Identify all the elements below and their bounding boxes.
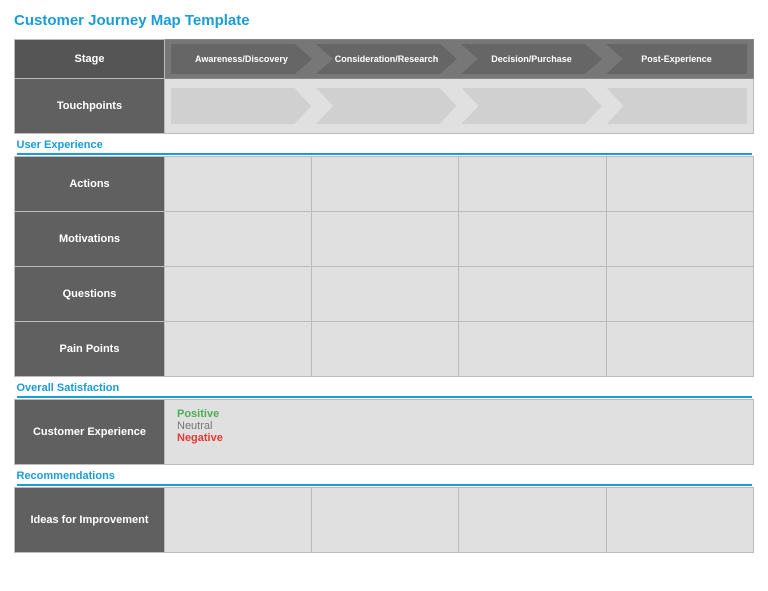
motivations-row: Motivations <box>15 212 754 267</box>
stage-consideration: Consideration/Research <box>316 44 457 74</box>
stage-awareness: Awareness/Discovery <box>171 44 312 74</box>
actions-label: Actions <box>15 157 165 212</box>
questions-cell-4[interactable] <box>606 267 753 322</box>
negative-text: Negative <box>177 432 741 444</box>
questions-cell-3[interactable] <box>459 267 606 322</box>
ideas-cell-4[interactable] <box>606 488 753 553</box>
pain-points-cell-4[interactable] <box>606 322 753 377</box>
page-title: Customer Journey Map Template <box>14 12 754 29</box>
actions-cell-1[interactable] <box>165 157 312 212</box>
recommendations-label: Recommendations <box>17 470 115 482</box>
actions-row: Actions <box>15 157 754 212</box>
touchpoints-label: Touchpoints <box>15 79 165 134</box>
ideas-cell-3[interactable] <box>459 488 606 553</box>
motivations-cell-4[interactable] <box>606 212 753 267</box>
ideas-row: Ideas for Improvement <box>15 488 754 553</box>
pain-points-label: Pain Points <box>15 322 165 377</box>
overall-satisfaction-divider: Overall Satisfaction <box>15 377 754 400</box>
stage-arrows-cell: Awareness/Discovery Consideration/Resear… <box>165 40 754 79</box>
motivations-label: Motivations <box>15 212 165 267</box>
touchpoints-content <box>165 79 754 134</box>
touchpoint-arrow-2 <box>316 88 456 124</box>
touchpoint-arrow-4 <box>607 88 747 124</box>
stage-label: Stage <box>15 40 165 79</box>
overall-satisfaction-section: Overall Satisfaction <box>15 377 754 400</box>
actions-cell-4[interactable] <box>606 157 753 212</box>
questions-label: Questions <box>15 267 165 322</box>
touchpoint-arrow-3 <box>462 88 602 124</box>
pain-points-cell-2[interactable] <box>312 322 459 377</box>
user-experience-label: User Experience <box>17 139 103 151</box>
touchpoints-row: Touchpoints <box>15 79 754 134</box>
ideas-label: Ideas for Improvement <box>15 488 165 553</box>
overall-satisfaction-label: Overall Satisfaction <box>17 382 120 394</box>
actions-cell-2[interactable] <box>312 157 459 212</box>
recommendations-divider: Recommendations <box>15 465 754 488</box>
motivations-cell-3[interactable] <box>459 212 606 267</box>
motivations-cell-1[interactable] <box>165 212 312 267</box>
positive-text: Positive <box>177 408 741 420</box>
pain-points-cell-1[interactable] <box>165 322 312 377</box>
user-experience-divider: User Experience <box>15 134 754 157</box>
ideas-cell-1[interactable] <box>165 488 312 553</box>
questions-cell-2[interactable] <box>312 267 459 322</box>
customer-experience-label: Customer Experience <box>15 400 165 465</box>
ideas-cell-2[interactable] <box>312 488 459 553</box>
questions-row: Questions <box>15 267 754 322</box>
pain-points-row: Pain Points <box>15 322 754 377</box>
recommendations-section: Recommendations <box>15 465 754 488</box>
customer-experience-content[interactable]: Positive Neutral Negative <box>165 400 754 465</box>
questions-cell-1[interactable] <box>165 267 312 322</box>
user-experience-section: User Experience <box>15 134 754 157</box>
actions-cell-3[interactable] <box>459 157 606 212</box>
stage-postexp: Post-Experience <box>606 44 747 74</box>
customer-experience-row: Customer Experience Positive Neutral Neg… <box>15 400 754 465</box>
pain-points-cell-3[interactable] <box>459 322 606 377</box>
motivations-cell-2[interactable] <box>312 212 459 267</box>
touchpoint-arrow-1 <box>171 88 311 124</box>
header-row: Stage Awareness/Discovery Consideration/… <box>15 40 754 79</box>
stage-decision: Decision/Purchase <box>461 44 602 74</box>
neutral-text: Neutral <box>177 420 741 432</box>
